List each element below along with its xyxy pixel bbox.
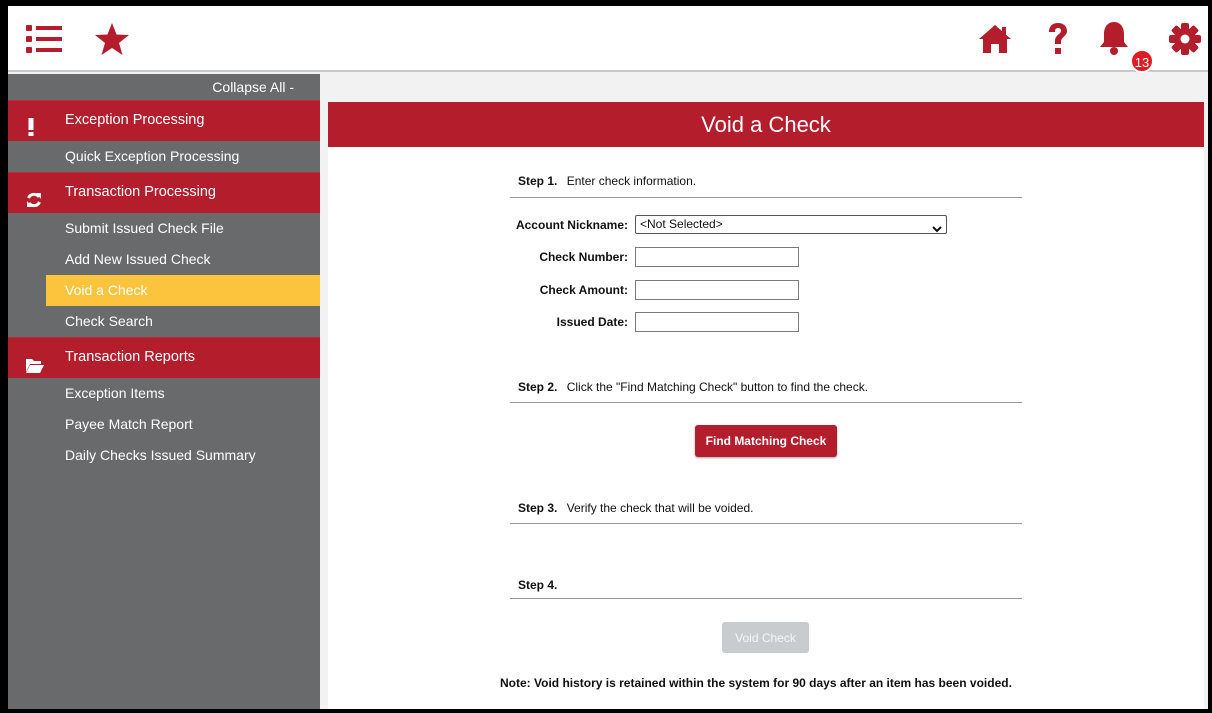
step-1-text: Enter check information. — [566, 174, 697, 188]
check-amount-input[interactable] — [635, 280, 799, 300]
divider — [510, 523, 1022, 524]
account-nickname-label: Account Nickname: — [515, 218, 628, 232]
find-matching-check-button[interactable]: Find Matching Check — [695, 425, 837, 457]
step-1-label: Step 1. — [518, 174, 558, 188]
account-nickname-value: <Not Selected> — [640, 217, 723, 231]
sidebar: Collapse All - Exception Processing Quic… — [8, 74, 320, 709]
sidebar-item-add-new-issued-check[interactable]: Add New Issued Check — [8, 244, 320, 275]
step-2-heading: Step 2. Click the "Find Matching Check" … — [518, 380, 868, 394]
collapse-all-link[interactable]: Collapse All - — [8, 74, 320, 100]
folder-open-icon — [26, 349, 44, 390]
step-4-label: Step 4. — [518, 578, 558, 592]
sidebar-section-label: Transaction Reports — [65, 349, 196, 365]
divider — [510, 598, 1022, 599]
gear-icon[interactable] — [1168, 22, 1202, 56]
step-3-label: Step 3. — [518, 501, 558, 515]
step-1-heading: Step 1. Enter check information. — [518, 174, 696, 188]
sidebar-item-payee-match-report[interactable]: Payee Match Report — [8, 409, 320, 440]
divider — [510, 197, 1022, 198]
step-2-text: Click the "Find Matching Check" button t… — [566, 380, 869, 394]
star-icon[interactable] — [94, 22, 130, 56]
sidebar-item-quick-exception-processing[interactable]: Quick Exception Processing — [8, 141, 320, 172]
home-icon[interactable] — [978, 24, 1012, 54]
list-icon[interactable] — [26, 24, 62, 54]
void-history-note: Note: Void history is retained within th… — [500, 676, 1012, 690]
sidebar-section-exception-processing[interactable]: Exception Processing — [8, 100, 320, 141]
bell-icon[interactable] — [1098, 20, 1130, 56]
top-bar: 13 — [8, 6, 1208, 73]
issued-date-input[interactable] — [635, 312, 799, 332]
sidebar-item-submit-issued-check-file[interactable]: Submit Issued Check File — [8, 213, 320, 244]
check-number-label: Check Number: — [539, 250, 628, 264]
sync-icon — [26, 184, 42, 225]
sidebar-section-transaction-reports[interactable]: Transaction Reports — [8, 337, 320, 378]
issued-date-label: Issued Date: — [556, 315, 628, 329]
divider — [510, 402, 1022, 403]
step-3-text: Verify the check that will be voided. — [566, 501, 754, 515]
help-icon[interactable] — [1046, 22, 1070, 56]
void-check-panel: Void a Check Step 1. Enter check informa… — [328, 102, 1204, 709]
check-amount-label: Check Amount: — [539, 283, 628, 297]
sidebar-item-daily-checks-issued-summary[interactable]: Daily Checks Issued Summary — [8, 440, 320, 471]
account-nickname-select[interactable]: <Not Selected> — [635, 215, 947, 234]
notification-badge: 13 — [1130, 49, 1154, 73]
step-3-heading: Step 3. Verify the check that will be vo… — [518, 501, 753, 515]
sidebar-section-label: Exception Processing — [65, 112, 205, 128]
sidebar-section-transaction-processing[interactable]: Transaction Processing — [8, 172, 320, 213]
check-number-input[interactable] — [635, 247, 799, 267]
app-window: 13 Collapse All - Exception Processing Q… — [0, 0, 1212, 713]
step-4-heading: Step 4. — [518, 578, 563, 592]
void-check-button[interactable]: Void Check — [722, 622, 809, 653]
step-2-label: Step 2. — [518, 380, 558, 394]
exclamation-icon — [26, 112, 36, 153]
chevron-down-icon — [932, 221, 942, 238]
sidebar-item-exception-items[interactable]: Exception Items — [8, 378, 320, 409]
sidebar-item-check-search[interactable]: Check Search — [8, 306, 320, 337]
sidebar-item-void-a-check[interactable]: Void a Check — [46, 275, 320, 306]
sidebar-section-label: Transaction Processing — [65, 184, 216, 200]
page-title: Void a Check — [328, 102, 1204, 147]
